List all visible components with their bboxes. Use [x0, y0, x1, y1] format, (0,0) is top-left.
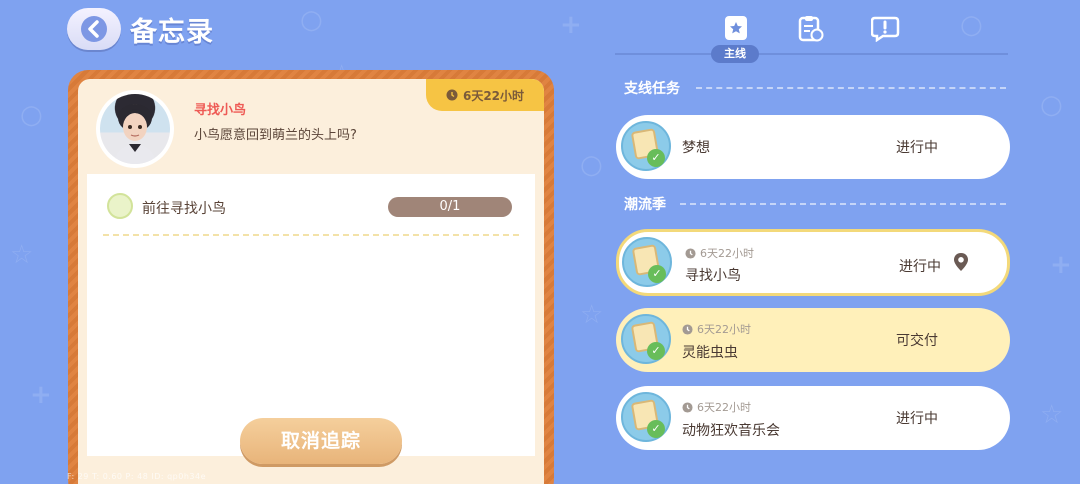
back-button[interactable]	[67, 8, 121, 50]
detail-timer-text: 6天22小时	[462, 88, 525, 103]
quest-scroll-icon: ✓	[621, 392, 671, 442]
section-title-trend-season: 潮流季	[624, 197, 666, 213]
quest-scroll-icon: ✓	[622, 237, 672, 287]
page-title: 备忘录	[130, 17, 214, 48]
tab-events[interactable]	[866, 8, 906, 48]
quest-scroll-icon: ✓	[621, 121, 671, 171]
quest-item-find-bird[interactable]: ✓ 6天22小时 寻找小鸟 进行中	[616, 229, 1010, 296]
tab-daily[interactable]	[790, 8, 830, 48]
cancel-tracking-button[interactable]: 取消追踪	[240, 418, 402, 464]
objective-progress: 0/1	[388, 197, 512, 217]
quest-scroll-icon: ✓	[621, 314, 671, 364]
detail-quest-name: 寻找小鸟	[194, 103, 247, 118]
objective-row: 前往寻找小鸟 0/1	[87, 174, 535, 234]
quest-item-status: 进行中	[896, 411, 938, 427]
detail-timer-badge: 6天22小时	[426, 79, 544, 111]
clock-icon	[446, 89, 458, 101]
active-tab-label: 主线	[711, 45, 759, 63]
quest-item-name: 动物狂欢音乐会	[682, 423, 780, 439]
quest-item-animal-concert[interactable]: ✓ 6天22小时 动物狂欢音乐会 进行中	[616, 386, 1010, 450]
quest-item-dream[interactable]: ✓ 梦想 进行中	[616, 115, 1010, 179]
section-divider	[696, 87, 1006, 89]
section-divider	[680, 203, 1006, 205]
tab-underline	[615, 53, 1008, 55]
clipboard-clock-icon	[798, 16, 824, 42]
exclamation-speech-icon	[871, 16, 900, 42]
location-pin-icon	[954, 253, 968, 271]
clock-icon	[682, 401, 693, 413]
quest-item-timer: 6天22小时	[682, 321, 751, 337]
back-arrow-icon	[81, 16, 107, 42]
quest-item-status: 可交付	[896, 333, 938, 349]
quest-item-status: 进行中	[896, 140, 938, 156]
quest-detail-card: 6天22小时 寻找小鸟 小鸟愿意回到萌兰的头上吗? 前往寻找小鸟 0/1 取消追…	[68, 70, 554, 484]
objective-list: 前往寻找小鸟 0/1	[87, 174, 535, 456]
quest-item-timer: 6天22小时	[685, 245, 754, 261]
detail-quest-description: 小鸟愿意回到萌兰的头上吗?	[194, 128, 357, 143]
quest-item-name: 寻找小鸟	[685, 268, 741, 284]
divider	[103, 234, 519, 236]
clock-icon	[682, 323, 693, 335]
debug-info: F: 29 T: 0.60 P: 48 ID: qp0h34e	[67, 472, 207, 481]
quest-item-psychic-bug[interactable]: ✓ 6天22小时 灵能虫虫 可交付	[616, 308, 1010, 372]
quest-item-name: 梦想	[682, 140, 710, 156]
section-title-side-quests: 支线任务	[624, 81, 680, 97]
tab-main[interactable]	[716, 8, 756, 48]
quest-item-timer: 6天22小时	[682, 399, 751, 415]
objective-label: 前往寻找小鸟	[142, 201, 226, 217]
quest-item-status: 进行中	[899, 259, 941, 275]
clock-icon	[685, 247, 696, 259]
cabbage-icon	[107, 193, 133, 219]
main-quest-book-icon	[725, 16, 747, 40]
quest-item-name: 灵能虫虫	[682, 345, 738, 361]
npc-avatar	[96, 90, 174, 168]
